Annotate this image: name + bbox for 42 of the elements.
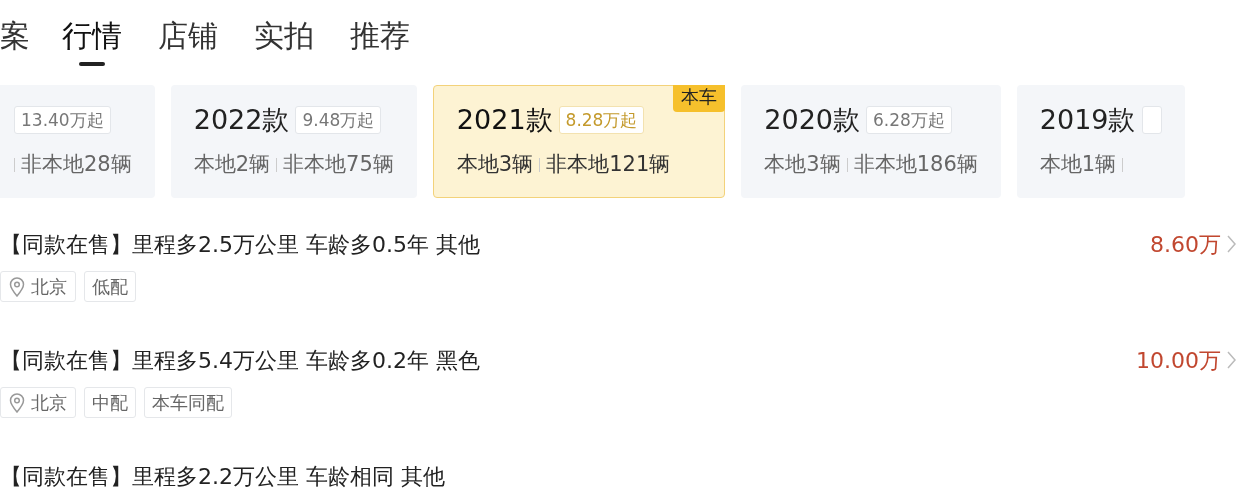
own-car-badge: 本车: [673, 85, 726, 112]
location-text: 北京: [31, 275, 67, 299]
spec-tag: 本车同配: [144, 387, 232, 418]
local-count: 本地1辆: [1039, 150, 1117, 178]
spec-tag: 低配: [84, 271, 136, 302]
nonlocal-count: 非本地75辆: [283, 150, 394, 178]
year-card[interactable]: 2020款 6.28万起 本地3辆 非本地186辆: [741, 85, 1001, 198]
local-count: 本地2辆: [193, 150, 271, 178]
listing-title[interactable]: 【同款在售】里程多2.5万公里 车龄多0.5年 其他: [0, 227, 480, 261]
location-pin-icon: [9, 392, 25, 413]
listing-price: 10.00万: [1136, 346, 1221, 375]
listing-title[interactable]: 【同款在售】里程多2.2万公里 车龄相同 其他: [0, 459, 445, 492]
price-chip: 13.40万起: [14, 105, 111, 134]
year-label: 2019款: [1039, 102, 1136, 137]
year-card[interactable]: 2022款 9.48万起 本地2辆 非本地75辆: [170, 85, 417, 198]
spec-tag: 中配: [84, 387, 136, 418]
price-chip: 9.48万起: [295, 105, 382, 134]
nonlocal-count: 非本地121辆: [546, 150, 671, 178]
tab[interactable]: 实拍: [254, 14, 314, 66]
tab[interactable]: 案: [0, 14, 30, 66]
nonlocal-count: 非本地186辆: [853, 150, 978, 178]
local-count: 本地3辆: [456, 150, 534, 178]
price-chip: [1141, 105, 1162, 134]
tab[interactable]: 推荐: [350, 14, 410, 66]
chevron-right-icon[interactable]: [1227, 351, 1236, 369]
year-card[interactable]: 13.40万起 非本地28辆: [0, 85, 155, 198]
location-pin-icon: [9, 276, 25, 297]
year-card[interactable]: 2019款 本地1辆: [1016, 85, 1185, 198]
year-label: 2022款: [193, 102, 290, 137]
year-card[interactable]: 2021款 8.28万起 本地3辆 非本地121辆 本车: [432, 85, 726, 198]
tab[interactable]: 行情: [62, 14, 122, 66]
year-label: 2021款: [456, 102, 553, 137]
price-chip: 6.28万起: [866, 105, 952, 134]
listing-price: 8.60万: [1150, 230, 1221, 259]
year-label: 2020款: [764, 102, 861, 137]
location-text: 北京: [31, 391, 67, 415]
tab[interactable]: 店铺: [158, 14, 218, 66]
listing-title[interactable]: 【同款在售】里程多5.4万公里 车龄多0.2年 黑色: [0, 343, 480, 377]
local-count: 本地3辆: [764, 150, 841, 178]
nonlocal-count: 非本地28辆: [21, 150, 132, 178]
chevron-right-icon[interactable]: [1227, 235, 1236, 253]
price-chip: 8.28万起: [558, 105, 645, 134]
